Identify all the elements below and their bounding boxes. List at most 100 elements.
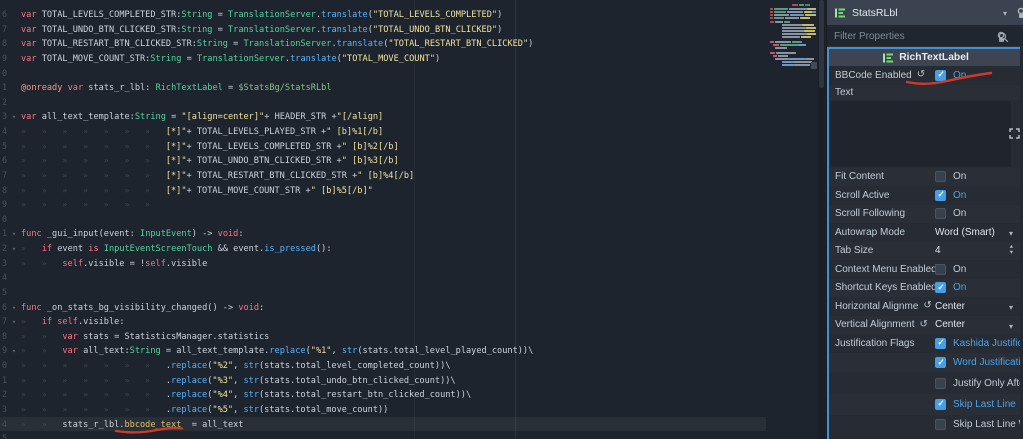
vertical-alignment-dropdown[interactable]: Center (935, 319, 965, 330)
tab-indent-mark: » (21, 244, 26, 253)
code-line[interactable]: 7 » » » » » » » [*]"+ TOTAL_RESTART_BTN_CLICKED_… (0, 168, 826, 183)
filter-tools-icon-partial[interactable] (997, 31, 1009, 43)
code-token: String (181, 10, 213, 20)
code-line[interactable]: 0 (0, 66, 826, 81)
tab-indent-mark: » (103, 390, 109, 400)
fit-content-checkbox[interactable] (935, 171, 946, 183)
property-label: Text (835, 86, 854, 98)
flag-word-justification-checkbox[interactable] (935, 357, 946, 369)
node-selector[interactable]: StatsRLbl ▾ (827, 0, 1023, 26)
line-number: 7 (1, 169, 7, 180)
spinner-up-down-icon[interactable]: ▴ ▾ (1010, 243, 1013, 257)
revert-icon[interactable]: ↺ (923, 301, 931, 311)
code-line[interactable]: 4 » » » » » » » [*]"+ TOTAL_LEVELS_PLAYED_STR +"… (0, 124, 826, 139)
code-line[interactable]: 3 ▾ var all_text_template:String = "[align… (0, 109, 826, 124)
code-minimap[interactable] (768, 4, 818, 72)
code-line[interactable]: 3»» self.visible = !self.visible (0, 256, 826, 271)
tab-indent-mark: » (83, 141, 88, 151)
tab-indent-mark: » (145, 156, 150, 166)
tab-indent-mark: » (83, 375, 88, 385)
code-line[interactable]: 9 » » » » » » » (0, 197, 826, 212)
code-line[interactable]: 6 ▾ func _on_stats_bg_visibility_changed()… (0, 300, 826, 315)
code-token: [*]" (165, 127, 187, 137)
code-line[interactable]: 4 (0, 270, 826, 285)
inspector-panel: StatsRLbl ▾ Filter Properties RichTextLa… (826, 0, 1023, 439)
script-editor[interactable]: 6 var TOTAL_LEVELS_COMPLETED_STR:String =… (0, 0, 826, 439)
checkbox-state-label: On (953, 69, 967, 81)
code-line[interactable]: 0»»»»»»» .replace("%2", str(stats.total_l… (0, 358, 826, 373)
property-row-justification-flags: Justification Flags Kashida Justificatio (829, 334, 1022, 353)
chevron-down-icon[interactable]: ▾ (1009, 322, 1013, 331)
property-row-scroll-following: Scroll Following On (829, 205, 1022, 224)
minimap-block (780, 44, 798, 46)
code-line[interactable]: 9 var TOTAL_MOVE_COUNT_STR:String = Trans… (0, 51, 826, 66)
code-token: " [b]%3[/b] (341, 156, 399, 167)
tab-indent-mark: » (62, 141, 68, 151)
code-line[interactable]: 5 (0, 431, 826, 439)
code-token: all_text: (77, 346, 130, 357)
tab-indent-mark: » (41, 200, 47, 210)
flag-skip-last-line-with-checkbox[interactable] (935, 419, 946, 431)
editor-scrollbar[interactable] (818, 0, 825, 439)
code-line[interactable]: 7 var TOTAL_UNDO_BTN_CLICKED_STR:String =… (0, 22, 826, 37)
chevron-down-icon[interactable]: ▾ (1009, 229, 1013, 238)
minimap-block (776, 52, 796, 54)
fold-arrow-icon[interactable]: ▾ (7, 242, 21, 257)
code-line[interactable]: 2 ▾» if event is InputEventScreenTouch && … (0, 241, 826, 256)
revert-icon[interactable]: ↺ (917, 70, 925, 80)
fold-arrow-icon[interactable]: ▾ (7, 315, 21, 330)
code-line[interactable]: 7 ▾» if self.visible: (0, 314, 826, 329)
horizontal-alignment-dropdown[interactable]: Center (935, 301, 965, 312)
tab-indent-mark: » (83, 200, 88, 210)
code-line[interactable]: 3»»»»»»» .replace("%5", str(stats.total_m… (0, 402, 826, 417)
shortcut-keys-checkbox[interactable] (935, 282, 946, 294)
fold-arrow-icon[interactable]: ▾ (7, 227, 21, 242)
code-token: ) (435, 53, 441, 64)
flag-kashida-checkbox[interactable] (935, 337, 946, 349)
code-line[interactable]: 2»»»»»»» .replace("%4", str(stats.total_r… (0, 387, 826, 402)
code-line[interactable]: 8 var TOTAL_RESTART_BTN_CLICKED_STR:Strin… (0, 36, 826, 51)
code-token: [*]" (165, 156, 187, 167)
code-token: (stats.total_undo_btn_clicked_count))\ (259, 375, 456, 386)
code-line[interactable]: 6 » » » » » » » [*]"+ TOTAL_UNDO_BTN_CLICKED_STR… (0, 153, 826, 168)
code-line[interactable]: 1»»»»»»» .replace("%3", str(stats.total_u… (0, 373, 826, 388)
context-menu-checkbox[interactable] (935, 263, 946, 275)
scroll-active-checkbox[interactable] (935, 189, 946, 201)
code-area[interactable]: 6 var TOTAL_LEVELS_COMPLETED_STR:String =… (0, 7, 826, 439)
code-line[interactable]: 1 ▾ func _gui_input(event: InputEvent) -> … (0, 226, 826, 241)
fold-arrow-icon[interactable]: ▾ (7, 110, 21, 125)
text-multiline-input[interactable] (831, 100, 1011, 167)
bbcode-enabled-checkbox[interactable] (935, 69, 946, 81)
tab-indent-mark: » (41, 361, 47, 370)
tab-indent-mark: » (21, 361, 26, 370)
scroll-following-checkbox[interactable] (935, 208, 946, 220)
property-label: Scroll Following (835, 208, 906, 220)
code-line[interactable]: 5 » » » » » » » [*]"+ TOTAL_LEVELS_COMPLETED_STR… (0, 139, 826, 154)
code-line[interactable]: 9 ▾»» var all_text:String = all_text_templ… (0, 343, 826, 358)
code-line[interactable]: 8 » » » » » » » [*]"+ TOTAL_MOVE_COUNT_STR +" [b… (0, 183, 826, 198)
chevron-down-icon[interactable]: ▾ (1009, 303, 1013, 312)
code-line[interactable]: 4 » » stats_r_lbl.bbcode_text = all_text (0, 416, 766, 432)
flag-skip-last-line-checkbox[interactable] (935, 398, 946, 410)
category-richtextlabel[interactable]: RichTextLabel (829, 49, 1022, 66)
code-line[interactable]: 6 var TOTAL_LEVELS_COMPLETED_STR:String =… (0, 7, 826, 22)
fold-arrow-icon[interactable]: ▾ (7, 344, 21, 359)
code-line[interactable]: 1 @onready var stats_r_lbl: RichTextLabel… (0, 80, 826, 95)
flag-justify-only-checkbox[interactable] (935, 378, 946, 390)
code-line[interactable]: 5 (0, 285, 826, 300)
code-line[interactable]: 2 (0, 95, 826, 110)
minimap-block (807, 8, 816, 10)
fold-arrow-icon[interactable]: ▾ (7, 301, 21, 316)
code-token: @onready (21, 83, 63, 94)
code-line[interactable]: 8 » » var stats = StatisticsManager.statist… (0, 329, 826, 344)
inspector-tools-icon-partial[interactable] (1017, 7, 1023, 19)
revert-icon[interactable]: ↺ (920, 319, 928, 330)
minimap-block (798, 44, 806, 46)
tab-size-value[interactable]: 4 (935, 245, 941, 256)
expand-text-editor-icon[interactable] (1009, 127, 1020, 139)
editor-scrollbar-grabber[interactable] (819, 0, 824, 88)
chevron-down-icon[interactable]: ▾ (1003, 9, 1007, 18)
filter-properties-input[interactable]: Filter Properties (827, 27, 1023, 47)
autowrap-mode-dropdown[interactable]: Word (Smart) (935, 227, 995, 238)
code-line[interactable]: 0 (0, 212, 826, 227)
